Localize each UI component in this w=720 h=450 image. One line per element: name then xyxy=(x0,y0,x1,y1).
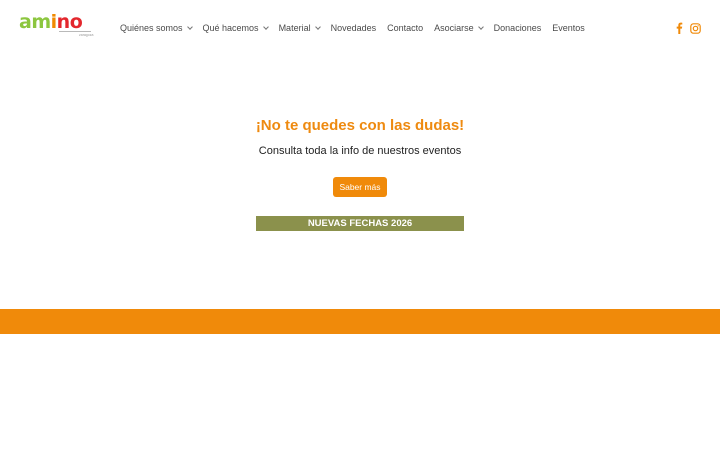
nav-item-contacto[interactable]: Contacto xyxy=(387,20,423,36)
nav-item-material[interactable]: Material xyxy=(278,20,321,36)
site-logo[interactable]: amino zaragoza xyxy=(19,11,94,37)
nav-item-donaciones[interactable]: Donaciones xyxy=(494,20,542,36)
orange-section-divider xyxy=(0,309,720,334)
logo-underline xyxy=(59,31,91,32)
nav-item-label: Contacto xyxy=(387,23,424,33)
saber-mas-button[interactable]: Saber más xyxy=(333,177,387,197)
instagram-icon[interactable] xyxy=(690,20,702,36)
nav-item-label: Asociarse xyxy=(434,23,474,33)
chevron-down-icon xyxy=(262,24,269,30)
new-dates-banner: NUEVAS FECHAS 2026 xyxy=(256,216,464,231)
nav-item-label: Qué hacemos xyxy=(202,23,259,33)
chevron-down-icon xyxy=(314,24,321,30)
hero-subtitle: Consulta toda la info de nuestros evento… xyxy=(258,145,462,157)
chevron-down-icon xyxy=(186,24,193,30)
site-header: amino zaragoza Quiénes somos Qué hacemos… xyxy=(0,0,720,56)
nav-item-asociarse[interactable]: Asociarse xyxy=(434,20,484,36)
nav-item-eventos[interactable]: Eventos xyxy=(552,20,585,36)
nav-item-quienes-somos[interactable]: Quiénes somos xyxy=(120,20,193,36)
nav-item-label: Donaciones xyxy=(493,23,542,33)
hero-title: ¡No te quedes con las dudas! xyxy=(255,117,465,134)
nav-item-label: Quiénes somos xyxy=(120,23,183,33)
nav-item-label: Material xyxy=(278,23,311,33)
chevron-down-icon xyxy=(477,24,484,30)
nav-item-label: Novedades xyxy=(330,23,377,33)
logo-wordmark: amino xyxy=(19,11,83,33)
nav-item-label: Eventos xyxy=(552,23,585,33)
instagram-glyph xyxy=(690,22,701,34)
main-nav: Quiénes somos Qué hacemos Material Noved… xyxy=(120,20,596,36)
nav-item-novedades[interactable]: Novedades xyxy=(331,20,377,36)
nav-item-que-hacemos[interactable]: Qué hacemos xyxy=(202,20,269,36)
logo-tagline: zaragoza xyxy=(79,33,94,37)
facebook-glyph xyxy=(676,22,683,34)
facebook-icon[interactable] xyxy=(674,20,684,36)
